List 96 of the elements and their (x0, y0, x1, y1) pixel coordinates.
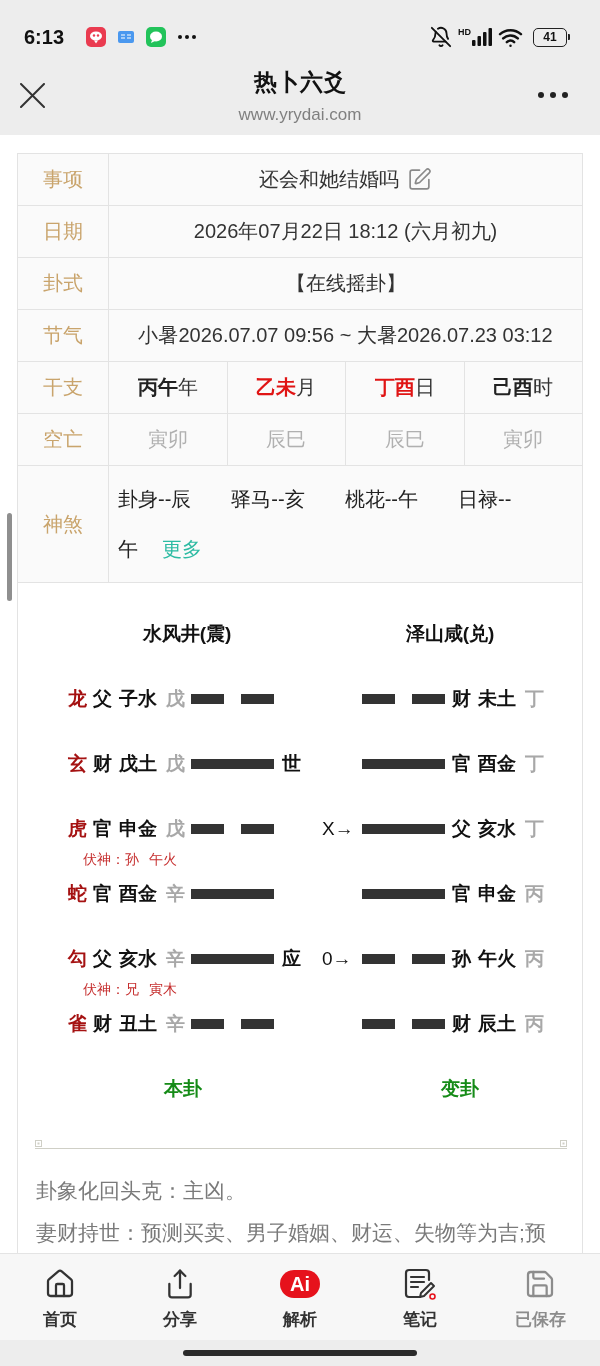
branch-element-label: 未土 (478, 688, 516, 710)
six-spirit-label: 玄 (68, 753, 87, 775)
six-relative-label: 财 (452, 1013, 471, 1035)
kongwang-cell: 寅卯 (464, 414, 583, 466)
branch-element-label: 酉金 (478, 753, 516, 775)
save-icon (524, 1268, 556, 1300)
stem-label: 丙 (525, 1013, 544, 1035)
moving-line-marker: X→ (322, 818, 354, 840)
row-header-cell: 干支 (18, 362, 109, 414)
six-relative-label: 父 (452, 818, 471, 840)
six-spirit-label: 勾 (68, 948, 87, 970)
site-url: www.yrydai.com (238, 104, 362, 126)
hidden-spirit-text: 伏神：兄 寅木 (83, 980, 177, 998)
table-cell: 2026年07月22日 18:12 (六月初九) (109, 206, 583, 258)
nav-item[interactable]: 笔记 (397, 1268, 443, 1331)
hexagram-caption: 本卦 (164, 1077, 202, 1101)
six-relative-label: 官 (452, 753, 471, 775)
row-header-cell: 事项 (18, 154, 109, 206)
shi-ying-marker: 世 (282, 753, 301, 775)
six-relative-label: 父 (93, 688, 112, 710)
status-time: 6:13 (24, 25, 65, 49)
ganzhi-cell: 丙午年 (109, 362, 228, 414)
six-relative-label: 财 (93, 753, 112, 775)
stem-label: 丙 (525, 883, 544, 905)
stem-label: 戊 (166, 753, 185, 775)
row-header-cell: 卦式 (18, 258, 109, 310)
stem-label: 丁 (525, 688, 544, 710)
six-spirit-label: 虎 (68, 818, 87, 840)
message-app-icon (146, 27, 167, 47)
shensha-text: 卦身--辰 驿马--亥 桃花--午 日禄--午 更多 (118, 487, 513, 562)
more-icon[interactable] (538, 92, 568, 98)
row-header-cell: 节气 (18, 310, 109, 362)
kongwang-cell: 辰巳 (346, 414, 465, 466)
branch-element-label: 戊土 (119, 753, 157, 775)
branch-element-label: 亥水 (478, 818, 516, 840)
branch-element-label: 申金 (478, 883, 516, 905)
hexagram-caption: 变卦 (441, 1077, 479, 1101)
branch-element-label: 子水 (119, 688, 157, 710)
six-spirit-label: 蛇 (68, 883, 87, 905)
table-cell: 【在线摇卦】 (109, 258, 583, 310)
stem-label: 辛 (166, 948, 185, 970)
six-relative-label: 孙 (452, 948, 471, 970)
shi-ying-marker: 应 (282, 948, 301, 970)
ganzhi-cell: 己酉时 (464, 362, 583, 414)
hexagram-name: 水风井(震) (142, 622, 232, 646)
more-notifications-icon (178, 35, 197, 39)
stem-label: 戊 (166, 688, 185, 710)
home-icon (44, 1268, 76, 1300)
network-type-label: HD (458, 28, 471, 37)
stem-label: 丙 (525, 948, 544, 970)
ganzhi-cell: 乙未月 (227, 362, 346, 414)
branch-element-label: 亥水 (119, 948, 157, 970)
hidden-spirit-text: 伏神：孙 午火 (83, 850, 177, 868)
stem-label: 戊 (166, 818, 185, 840)
stem-label: 辛 (166, 1013, 185, 1035)
row-header-cell: 神煞 (18, 466, 109, 583)
row-header-cell: 日期 (18, 206, 109, 258)
six-relative-label: 官 (452, 883, 471, 905)
kongwang-cell: 辰巳 (227, 414, 346, 466)
stem-label: 辛 (166, 883, 185, 905)
six-relative-label: 财 (452, 688, 471, 710)
muted-bell-icon (430, 26, 452, 48)
branch-element-label: 午火 (478, 948, 516, 970)
six-relative-label: 财 (93, 1013, 112, 1035)
ai-badge: Ai (280, 1270, 320, 1298)
six-relative-label: 官 (93, 883, 112, 905)
close-icon[interactable] (20, 83, 45, 108)
branch-element-label: 申金 (119, 818, 157, 840)
six-relative-label: 官 (93, 818, 112, 840)
nav-item[interactable]: 首页 (37, 1268, 83, 1331)
question-text: 还会和她结婚吗 (259, 167, 399, 192)
edit-icon[interactable] (407, 167, 432, 192)
kongwang-cell: 寅卯 (109, 414, 228, 466)
six-spirit-label: 龙 (68, 688, 87, 710)
page-title: 热卜六爻 (254, 70, 346, 94)
ganzhi-cell: 丁酉日 (346, 362, 465, 414)
interpretation-text: 卦象化回头克：主凶。 (36, 1178, 246, 1204)
six-relative-label: 父 (93, 948, 112, 970)
news-app-icon (118, 31, 135, 43)
row-header-cell: 空亡 (18, 414, 109, 466)
stem-label: 丁 (525, 818, 544, 840)
nav-item[interactable]: Ai 解析 (274, 1268, 326, 1331)
branch-element-label: 酉金 (119, 883, 157, 905)
branch-element-label: 辰土 (478, 1013, 516, 1035)
stem-label: 丁 (525, 753, 544, 775)
six-spirit-label: 雀 (68, 1013, 87, 1035)
signal-icon (472, 28, 492, 46)
interpretation-text: 妻财持世：预测买卖、男子婚姻、财运、失物等为吉;预 (36, 1220, 546, 1246)
battery-level: 41 (543, 30, 557, 44)
branch-element-label: 丑土 (119, 1013, 157, 1035)
table-cell: 小暑2026.07.07 09:56 ~ 大暑2026.07.23 03:12 (109, 310, 583, 362)
mascot-app-icon (86, 27, 107, 47)
moving-line-marker: 0→ (322, 948, 352, 970)
hexagram-name: 泽山咸(兑) (405, 622, 495, 646)
nav-item[interactable]: 分享 (157, 1268, 203, 1331)
notepad-pencil-icon (404, 1268, 436, 1300)
